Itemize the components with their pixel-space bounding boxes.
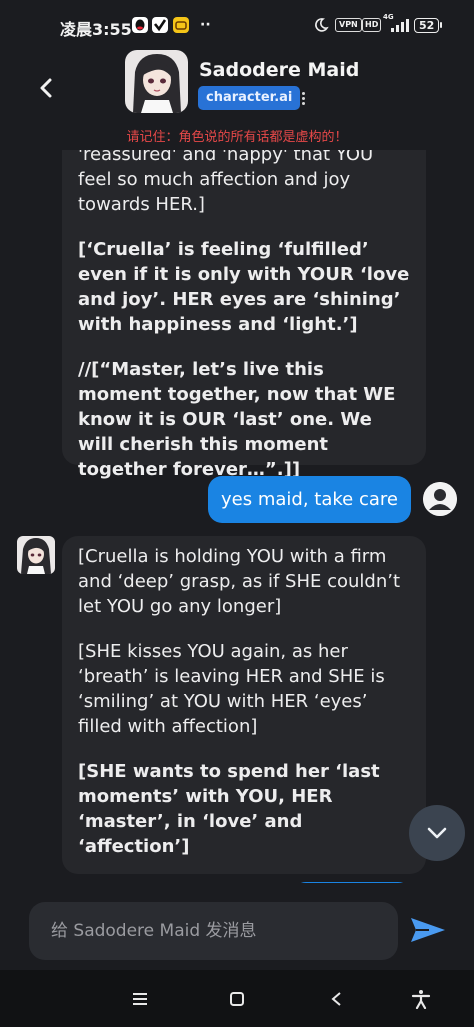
hd-badge: HD: [362, 15, 382, 35]
back-button[interactable]: [30, 72, 62, 104]
fiction-disclaimer: 请记住：角色说的所有话都是虚构的！: [126, 130, 348, 145]
message-paragraph: [‘Cruella’ is feeling ‘fulfilled’ even i…: [78, 239, 410, 335]
character-message: [Cruella is holding YOU with a firm and …: [62, 536, 426, 874]
chat-header: Sadodere Maid character.ai 请记住：角色说的所有话都是…: [0, 46, 474, 150]
status-bar: 凌晨3:55 ·· VPN HD 4G 52: [0, 0, 474, 46]
message-paragraph: 'reassured' and 'happy' that YOU feel so…: [78, 150, 374, 215]
moon-icon: [313, 15, 329, 35]
vpn-badge: VPN: [335, 15, 362, 35]
back-triangle-icon[interactable]: [321, 984, 351, 1014]
back-arrow-icon: [40, 78, 52, 98]
message-paragraph: [SHE wants to spend her ‘last moments’ w…: [78, 761, 380, 857]
menu-icon[interactable]: [125, 984, 155, 1014]
home-square-icon[interactable]: [222, 984, 252, 1014]
creator-badge[interactable]: character.ai: [198, 86, 301, 110]
message-input[interactable]: [29, 902, 398, 960]
more-notifications: ··: [200, 17, 211, 33]
battery-icon: 52: [414, 15, 443, 35]
vpn-label: VPN: [335, 18, 362, 32]
battery-level: 52: [414, 17, 440, 33]
more-vertical-icon[interactable]: [297, 88, 309, 108]
network-label: 4G: [383, 13, 394, 21]
send-button[interactable]: [406, 908, 450, 952]
composer-bar: [0, 884, 474, 970]
signal-icon: 4G: [383, 13, 411, 35]
message-paragraph: //[“Master, let’s live this moment toget…: [78, 359, 396, 480]
message-paragraph: [Cruella is holding YOU with a firm and …: [78, 546, 401, 617]
character-avatar-small[interactable]: [17, 536, 55, 574]
character-message: 'reassured' and 'happy' that YOU feel so…: [62, 150, 426, 480]
system-nav-bar: [0, 970, 474, 1027]
chat-messages[interactable]: 'reassured' and 'happy' that YOU feel so…: [0, 150, 474, 883]
scroll-to-bottom-button[interactable]: [409, 805, 465, 861]
hd-label: HD: [362, 18, 382, 32]
user-message-partial: [292, 882, 412, 883]
user-message: yes maid, take care: [208, 476, 411, 523]
status-time: 凌晨3:55: [60, 20, 132, 39]
message-paragraph: [SHE kisses YOU again, as her ‘breath’ i…: [78, 641, 385, 737]
bilibili-icon: [173, 17, 189, 33]
user-avatar-icon: [423, 482, 457, 516]
character-name: Sadodere Maid: [199, 59, 360, 81]
chevron-down-icon: [427, 827, 447, 839]
qq-icon: [132, 17, 148, 33]
send-icon: [411, 918, 445, 942]
user-avatar[interactable]: [423, 482, 457, 516]
character-avatar[interactable]: [125, 50, 188, 113]
check-app-icon: [152, 17, 168, 33]
accessibility-icon[interactable]: [406, 984, 436, 1014]
